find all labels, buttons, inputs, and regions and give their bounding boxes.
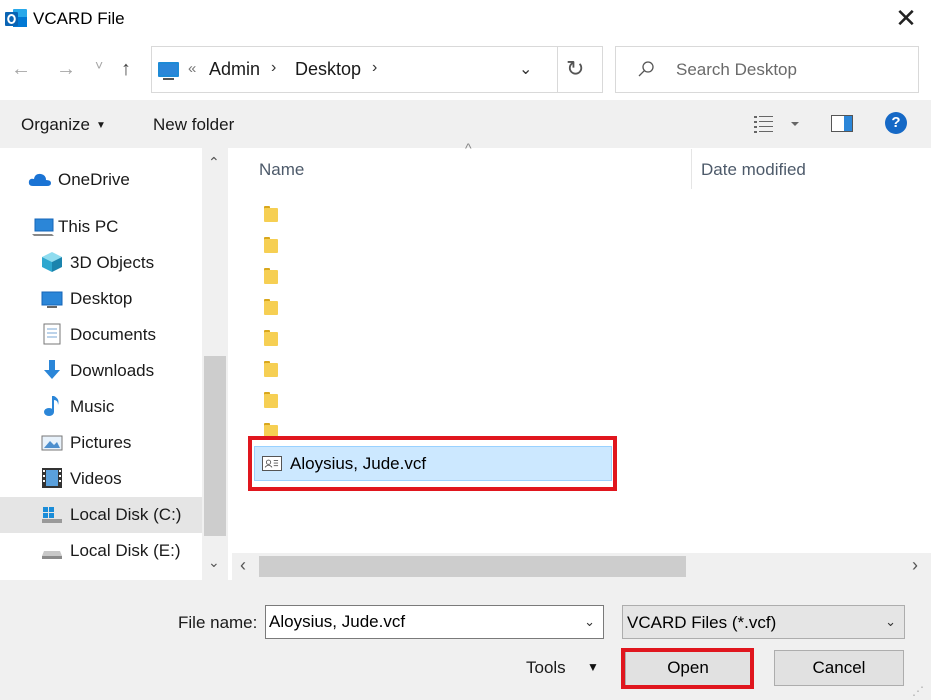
search-icon bbox=[638, 61, 654, 77]
scrollbar-thumb[interactable] bbox=[204, 356, 226, 536]
folder-icon[interactable] bbox=[264, 299, 278, 315]
nav-item-videos[interactable]: Videos bbox=[0, 461, 202, 497]
open-button[interactable]: Open bbox=[625, 650, 751, 686]
horizontal-scrollbar[interactable]: ‹ › bbox=[232, 553, 931, 580]
refresh-icon[interactable]: ↻ bbox=[566, 56, 584, 82]
file-name: Aloysius, Jude.vcf bbox=[290, 454, 427, 473]
nav-item-label: OneDrive bbox=[58, 170, 130, 189]
breadcrumb-overflow[interactable]: « bbox=[188, 60, 196, 77]
folder-icon[interactable] bbox=[264, 268, 278, 284]
nav-item-local-disk-e[interactable]: Local Disk (E:) bbox=[0, 533, 202, 569]
nav-item-3d-objects[interactable]: 3D Objects bbox=[0, 245, 202, 281]
nav-item-label: Pictures bbox=[70, 433, 132, 452]
search-box[interactable] bbox=[615, 46, 919, 93]
sort-ascending-icon: ^ bbox=[465, 140, 472, 156]
new-folder-button[interactable]: New folder bbox=[153, 115, 234, 135]
window-title: VCARD File bbox=[33, 9, 125, 28]
nav-item-label: This PC bbox=[58, 217, 119, 236]
nav-item-desktop[interactable]: Desktop bbox=[0, 281, 202, 317]
column-divider[interactable] bbox=[691, 149, 692, 189]
breadcrumb-separator[interactable]: › bbox=[372, 59, 377, 77]
search-input[interactable] bbox=[676, 60, 906, 80]
nav-item-label: Documents bbox=[70, 325, 156, 344]
breadcrumb-admin[interactable]: Admin bbox=[209, 59, 260, 80]
resize-grip-icon[interactable]: ⋰ bbox=[912, 684, 924, 698]
up-arrow-icon[interactable]: ↑ bbox=[121, 58, 131, 81]
forward-arrow-icon[interactable]: → bbox=[56, 58, 76, 81]
breadcrumb-desktop[interactable]: Desktop bbox=[295, 59, 361, 80]
file-row-selected[interactable]: Aloysius, Jude.vcf bbox=[254, 446, 612, 481]
change-view-icon[interactable] bbox=[753, 114, 801, 134]
cancel-button[interactable]: Cancel bbox=[774, 650, 904, 686]
navigation-scrollbar[interactable]: ⌃ ⌄ bbox=[202, 148, 228, 580]
nav-item-onedrive[interactable]: OneDrive bbox=[0, 162, 202, 198]
back-arrow-icon[interactable]: ← bbox=[11, 58, 31, 81]
caret-down-icon: ▼ bbox=[95, 120, 106, 131]
chevron-down-icon[interactable]: ⌄ bbox=[584, 614, 595, 630]
nav-item-music[interactable]: Music bbox=[0, 389, 202, 425]
address-divider bbox=[557, 47, 558, 92]
column-header-date-modified[interactable]: Date modified bbox=[701, 160, 806, 180]
nav-item-label: Local Disk (E:) bbox=[70, 541, 181, 560]
preview-pane-icon[interactable] bbox=[831, 115, 853, 132]
cube-icon bbox=[42, 252, 62, 272]
file-name-input[interactable] bbox=[269, 612, 569, 632]
nav-item-label: Local Disk (C:) bbox=[70, 505, 182, 524]
nav-item-pictures[interactable]: Pictures bbox=[0, 425, 202, 461]
nav-item-local-disk-c[interactable]: Local Disk (C:) bbox=[0, 497, 202, 533]
file-type-select[interactable]: VCARD Files (*.vcf) ⌄ bbox=[622, 605, 905, 639]
address-bar[interactable]: « Admin › Desktop › ⌄ ↻ bbox=[151, 46, 603, 93]
nav-item-label: Desktop bbox=[70, 289, 133, 308]
nav-item-label: Music bbox=[70, 397, 115, 416]
title-bar: VCARD File ✕ bbox=[0, 0, 931, 38]
folder-icon[interactable] bbox=[264, 423, 278, 439]
windows-drive-icon bbox=[42, 507, 62, 523]
scrollbar-thumb[interactable] bbox=[259, 556, 686, 577]
nav-item-documents[interactable]: Documents bbox=[0, 317, 202, 353]
chevron-down-icon: ⌄ bbox=[885, 614, 896, 629]
download-arrow-icon bbox=[44, 360, 60, 379]
file-list-pane bbox=[232, 148, 931, 580]
help-icon[interactable]: ? bbox=[885, 112, 907, 134]
file-type-value: VCARD Files (*.vcf) bbox=[627, 613, 777, 632]
caret-down-icon[interactable]: ▼ bbox=[587, 660, 599, 674]
picture-icon bbox=[41, 435, 63, 451]
scroll-left-icon[interactable]: ‹ bbox=[240, 555, 246, 576]
recent-locations-chevron-icon[interactable]: ˅ bbox=[95, 57, 103, 73]
folder-icon[interactable] bbox=[264, 392, 278, 408]
nav-item-label: 3D Objects bbox=[70, 253, 155, 272]
outlook-icon bbox=[5, 9, 27, 27]
organize-button[interactable]: Organize ▼ bbox=[21, 115, 106, 135]
nav-item-label: Videos bbox=[70, 469, 122, 488]
computer-icon bbox=[32, 218, 54, 236]
document-icon bbox=[43, 323, 61, 345]
column-header-name[interactable]: Name bbox=[259, 160, 304, 180]
tools-button[interactable]: Tools bbox=[526, 658, 566, 678]
contact-card-icon bbox=[262, 456, 282, 471]
drive-icon bbox=[42, 551, 62, 559]
cloud-icon bbox=[28, 173, 51, 186]
folder-icon[interactable] bbox=[264, 237, 278, 253]
folder-icon[interactable] bbox=[264, 206, 278, 222]
nav-item-downloads[interactable]: Downloads bbox=[0, 353, 202, 389]
file-name-label: File name: bbox=[178, 613, 258, 632]
close-icon[interactable]: ✕ bbox=[893, 5, 919, 32]
desktop-icon bbox=[41, 291, 63, 308]
scroll-right-icon[interactable]: › bbox=[912, 555, 918, 576]
nav-item-label: Downloads bbox=[70, 361, 155, 380]
organize-label: Organize bbox=[21, 115, 90, 134]
music-note-icon bbox=[44, 396, 59, 416]
address-dropdown-chevron-icon[interactable]: ⌄ bbox=[519, 59, 532, 79]
file-name-combobox[interactable]: ⌄ bbox=[265, 605, 604, 639]
scroll-up-icon[interactable]: ⌃ bbox=[208, 154, 220, 171]
desktop-icon bbox=[158, 62, 179, 80]
nav-item-this-pc[interactable]: This PC bbox=[0, 209, 202, 245]
film-icon bbox=[42, 468, 62, 488]
breadcrumb-separator[interactable]: › bbox=[271, 59, 276, 77]
scroll-down-icon[interactable]: ⌄ bbox=[208, 554, 220, 571]
folder-icon[interactable] bbox=[264, 330, 278, 346]
folder-icon[interactable] bbox=[264, 361, 278, 377]
navigation-pane: OneDrive This PC 3D Objects Desktop Docu… bbox=[0, 148, 228, 580]
